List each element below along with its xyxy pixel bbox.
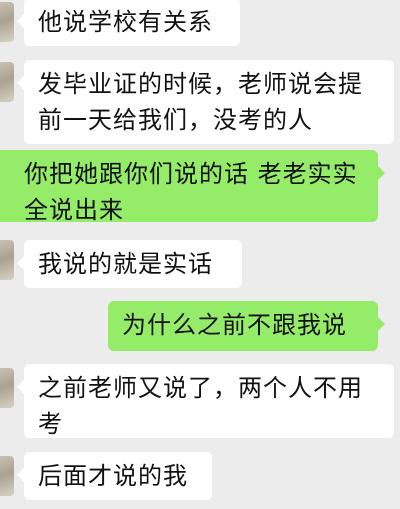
sent-message-bubble[interactable]: 你把她跟你们说的话 老老实实全说出来 — [0, 150, 385, 224]
received-message-bubble[interactable]: 他说学校有关系 — [17, 0, 240, 46]
contact-avatar[interactable] — [0, 240, 14, 280]
message-text: 我说的就是实话 — [38, 250, 213, 278]
contact-avatar[interactable] — [0, 62, 14, 102]
contact-avatar[interactable] — [0, 368, 14, 408]
message-text: 他说学校有关系 — [38, 8, 213, 36]
sent-message-bubble[interactable]: 为什么之前不跟我说 — [108, 301, 385, 351]
received-message-bubble[interactable]: 之前老师又说了，两个人不用考 — [17, 364, 394, 438]
message-text: 后面才说的我 — [38, 462, 188, 490]
message-text: 之前老师又说了，两个人不用考 — [38, 374, 363, 438]
received-message-bubble[interactable]: 我说的就是实话 — [17, 240, 242, 288]
message-text: 你把她跟你们说的话 老老实实全说出来 — [24, 160, 358, 224]
contact-avatar[interactable] — [0, 2, 14, 42]
contact-avatar[interactable] — [0, 456, 14, 496]
message-text: 发毕业证的时候，老师说会提前一天给我们，没考的人 — [38, 70, 363, 134]
received-message-bubble[interactable]: 发毕业证的时候，老师说会提前一天给我们，没考的人 — [17, 60, 394, 144]
chat-message-list[interactable]: 他说学校有关系 发毕业证的时候，老师说会提前一天给我们，没考的人 你把她跟你们说… — [0, 0, 400, 509]
message-text: 为什么之前不跟我说 — [122, 311, 347, 339]
received-message-bubble[interactable]: 后面才说的我 — [17, 452, 212, 500]
